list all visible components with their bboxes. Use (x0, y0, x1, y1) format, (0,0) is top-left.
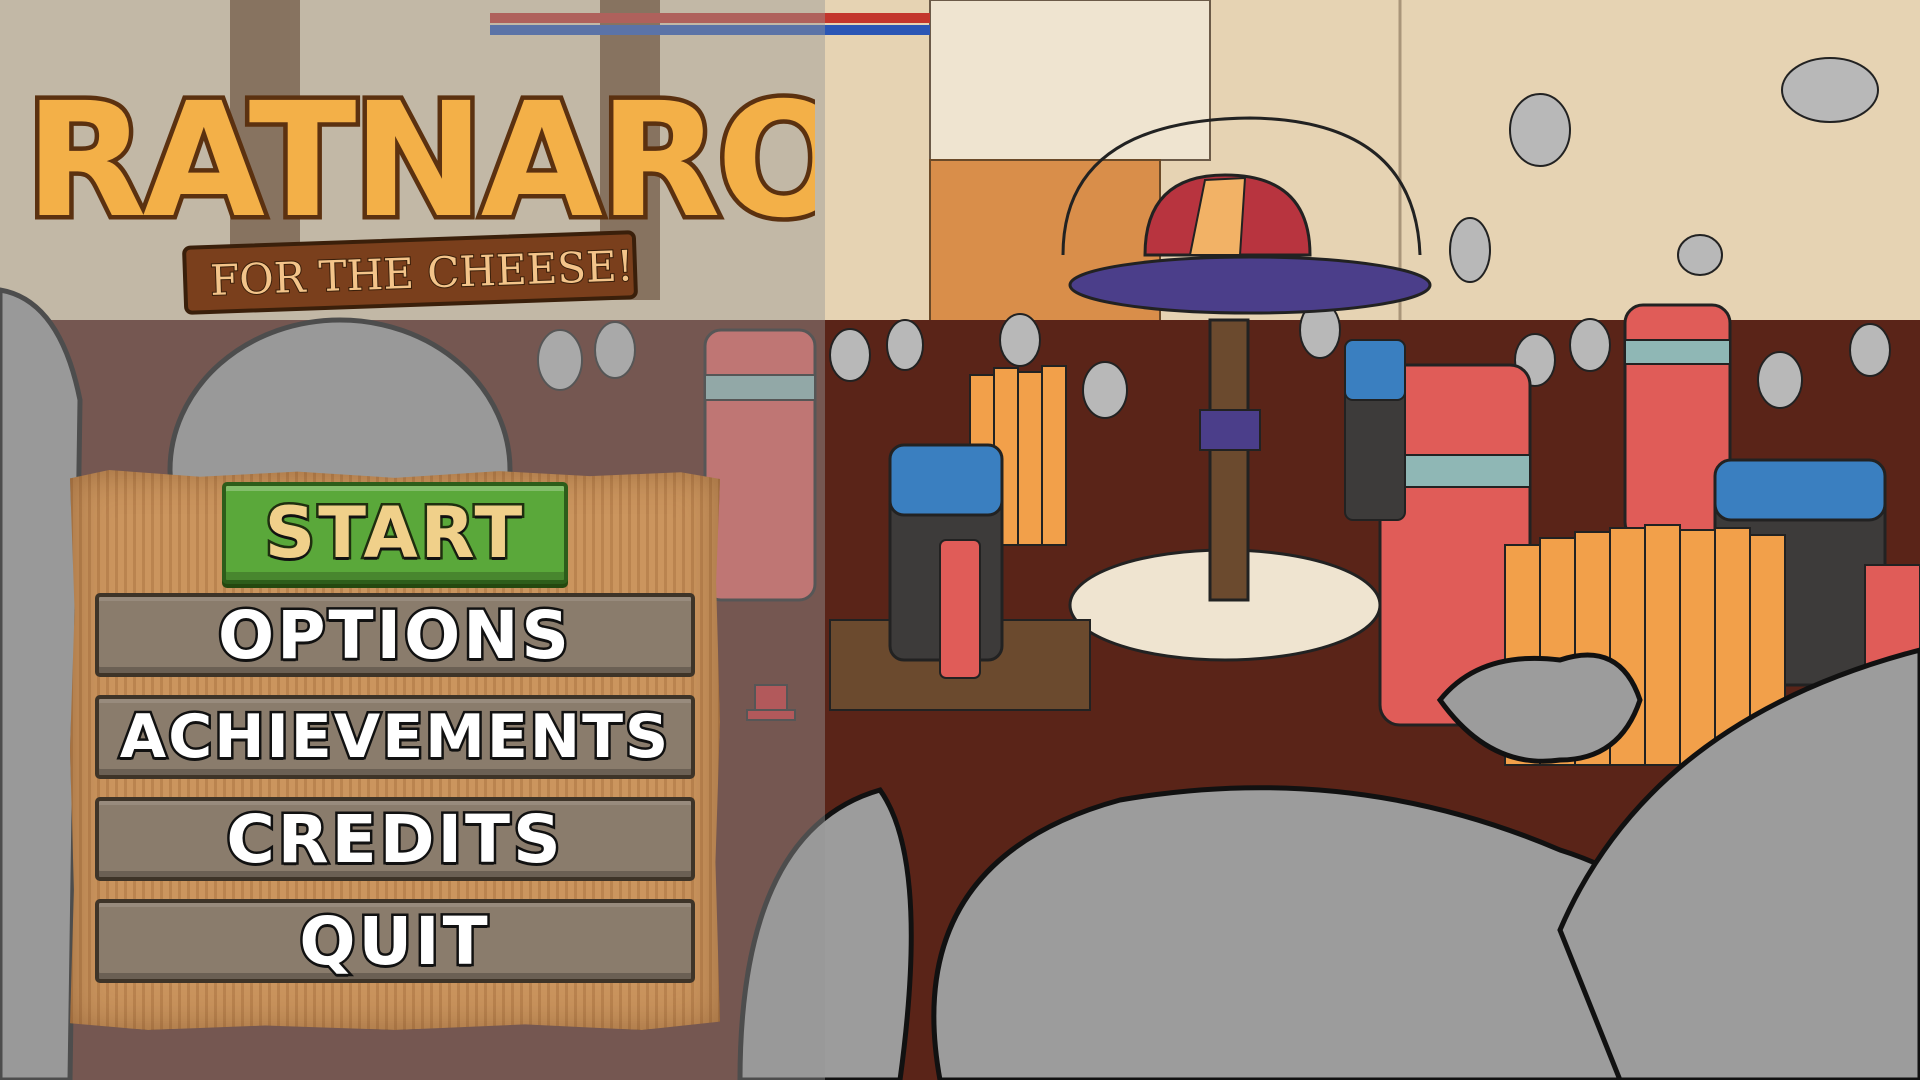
options-button-label: OPTIONS (216, 594, 572, 676)
credits-button-label: CREDITS (224, 798, 564, 880)
quit-button-label: QUIT (297, 900, 491, 982)
start-button-label: START (262, 490, 526, 577)
rat-icon (1781, 57, 1879, 123)
rat-icon (1677, 234, 1723, 276)
turret-disc (1068, 255, 1432, 315)
start-button[interactable]: START (222, 482, 568, 584)
achievements-button-label: ACHIEVEMENTS (117, 700, 671, 775)
logo-subtitle-plank: FOR THE CHEESE! (182, 230, 638, 315)
rat-icon (1082, 361, 1128, 419)
achievements-button[interactable]: ACHIEVEMENTS (95, 695, 695, 779)
rat-icon (829, 328, 871, 382)
rat-icon (1449, 217, 1491, 283)
game-logo: RATNAROK FOR THE CHEESE! (21, 65, 815, 315)
rat-icon (1509, 93, 1571, 167)
rat-icon (886, 319, 924, 371)
rat-icon (1569, 318, 1611, 372)
quit-button[interactable]: QUIT (95, 899, 695, 983)
rat-icon (1757, 351, 1803, 409)
rat-icon (1849, 323, 1891, 377)
rat-icon (999, 313, 1041, 367)
lighter-icon (939, 539, 981, 679)
credits-button[interactable]: CREDITS (95, 797, 695, 881)
options-button[interactable]: OPTIONS (95, 593, 695, 677)
logo-title: RATNAROK (25, 69, 815, 253)
cardboard-box (929, 0, 1211, 161)
